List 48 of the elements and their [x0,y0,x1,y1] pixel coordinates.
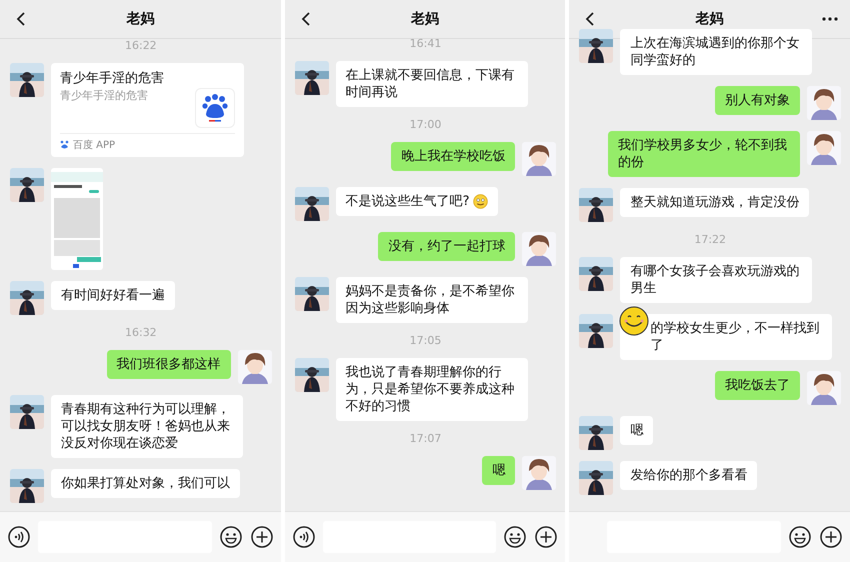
paw-icon [202,94,228,122]
message-bubble[interactable]: 晚上我在学校吃饭 [391,142,516,171]
chat-title: 老妈 [126,10,154,28]
message-bubble[interactable]: 嗯 [620,416,654,445]
message-bubble[interactable]: 的学校女生更少，不一样找到了 [620,314,832,360]
timestamp: 17:00 [410,118,442,131]
message-bubble[interactable]: 有哪个女孩子会喜欢玩游戏的男生 [620,257,812,303]
message-bubble[interactable]: 在上课就不要回信息，下课有时间再说 [336,61,528,107]
message-bubble[interactable]: 嗯 [482,456,516,485]
voice-icon[interactable] [292,526,315,548]
message-bubble[interactable]: 别人有对象 [715,86,800,115]
message-bubble[interactable]: 没有，约了一起打球 [378,232,516,261]
timestamp: 16:32 [124,326,157,339]
app-icon [60,140,69,150]
message-bubble[interactable]: 我们班很多都这样 [106,350,231,379]
message-bubble[interactable]: 整天就知道玩游戏，肯定没份 [620,188,810,217]
message-bubble[interactable]: 不是说这些生气了吧? [336,187,498,216]
card-title: 青少年手淫的危害 [60,70,165,88]
emoji-icon[interactable] [504,526,526,548]
chat-title: 老妈 [696,10,724,28]
more-icon[interactable] [822,16,838,22]
plus-icon[interactable] [250,526,273,548]
timestamp: 16:41 [410,37,442,50]
plus-icon[interactable] [820,526,842,548]
link-card[interactable]: 青少年手淫的危害 青少年手淫的危害 百度 APP [51,63,244,157]
plus-icon[interactable] [535,526,558,548]
card-description: 青少年手淫的危害 [60,88,148,104]
message-bubble[interactable]: 发给你的那个多看看 [620,461,758,490]
message-bubble[interactable]: 你如果打算处对象，我们可以 [51,469,240,498]
smiley-icon [472,194,488,209]
emoji-icon[interactable] [220,526,242,548]
timestamp: 17:07 [410,432,442,445]
message-bubble[interactable]: 我吃饭去了 [715,371,800,400]
message-bubble[interactable]: 青春期有这种行为可以理解，可以找女朋友呀！爸妈也从来没反对你现在谈恋爱 [51,395,243,458]
message-bubble[interactable]: 有时间好好看一遍 [51,281,175,310]
message-bubble[interactable]: 我们学校男多女少，轮不到我的份 [608,131,800,177]
timestamp: 17:22 [694,233,726,246]
emoji-icon[interactable] [789,526,812,548]
message-text: 不是说这些生气了吧? [346,193,470,210]
timestamp: 16:22 [124,39,157,52]
message-bubble[interactable]: 我也说了青春期理解你的行为，只是希望你不要养成这种不好的习惯 [336,358,528,421]
sticker-icon [619,306,650,336]
message-bubble[interactable]: 妈妈不是责备你，是不希望你因为这些影响身体 [336,277,528,323]
card-source: 百度 APP [73,138,116,152]
voice-icon[interactable] [8,526,30,548]
message-bubble[interactable]: 上次在海滨城遇到的你那个女同学蛮好的 [620,29,812,75]
timestamp: 17:05 [410,334,442,347]
chat-title: 老妈 [411,10,439,28]
